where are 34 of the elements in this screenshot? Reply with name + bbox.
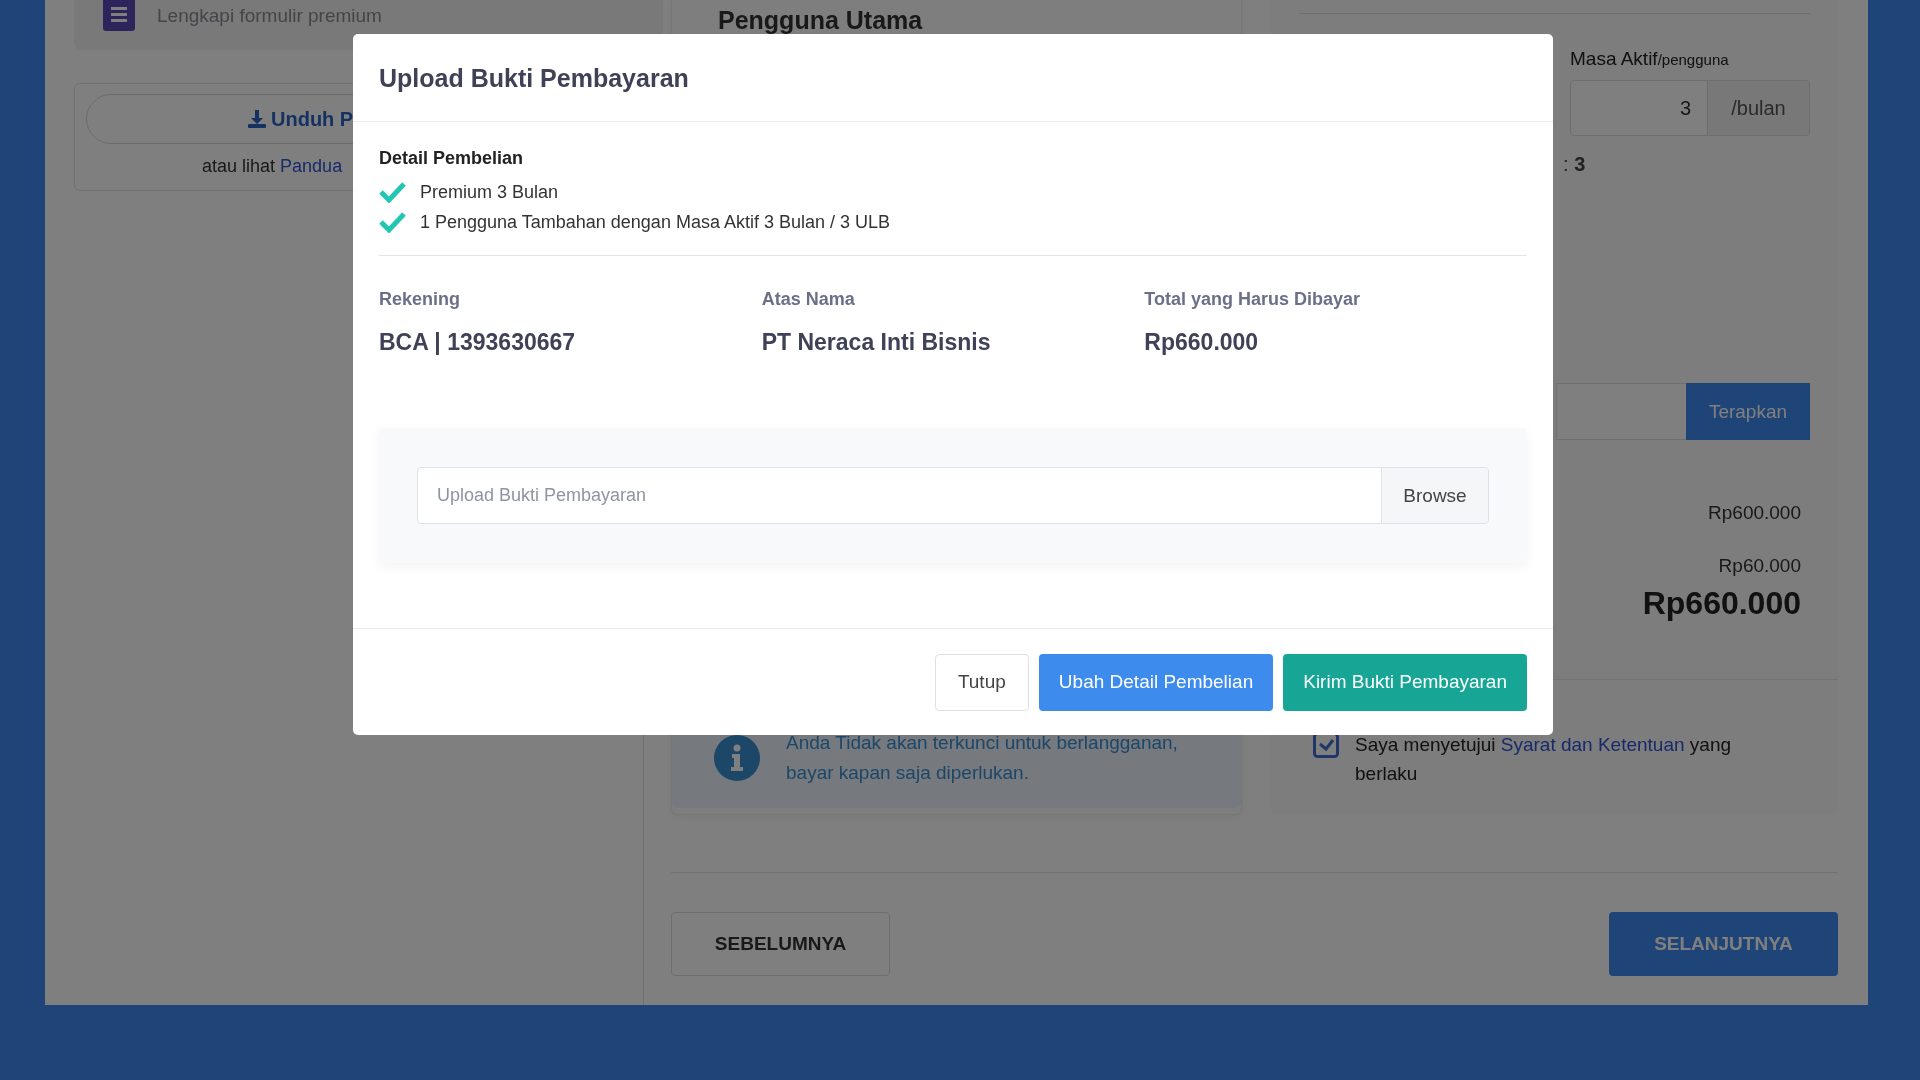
file-field[interactable]: Upload Bukti Pembayaran Browse [417, 467, 1489, 524]
close-button[interactable]: Tutup [934, 653, 1029, 711]
terms-link[interactable]: Syarat dan Ketentuan [1500, 734, 1685, 755]
total-amount: Rp660.000 [1642, 585, 1801, 622]
info-text: Anda Tidak akan terkunci untuk berlangganan, bayar kapan saja diperlukan. [786, 731, 1179, 785]
field-label: Masa Aktif/pengguna [1570, 48, 1730, 70]
user-count: : 3 [1563, 153, 1587, 176]
info-value: Rp660.000 [1144, 329, 1260, 356]
coupon-field[interactable] [1556, 383, 1686, 440]
info-label: Atas Nama [761, 289, 856, 310]
info-value: BCA | 1393630667 [379, 329, 577, 356]
item-text: Premium 3 Bulan [420, 181, 559, 203]
download-icon [247, 109, 267, 129]
next-button[interactable]: SELANJUTNYA [1609, 912, 1838, 976]
card-heading: Pengguna Utama [717, 5, 924, 35]
info-label: Total yang Harus Dibayar [1144, 289, 1362, 310]
browse-button[interactable]: Browse [1381, 468, 1488, 523]
item-text: 1 Pengguna Tambahan dengan Masa Aktif 3 Bulan / 3 ULB [420, 211, 890, 233]
check-icon [379, 211, 406, 233]
info-value: PT Neraca Inti Bisnis [761, 329, 992, 356]
amount-text: Rp60.000 [1718, 555, 1801, 577]
amount-text: Rp600.000 [1708, 502, 1801, 524]
guide-link[interactable]: Pandua [280, 156, 343, 176]
checkbox[interactable] [1313, 732, 1339, 758]
unit-addon: /bulan [1708, 80, 1810, 136]
check-icon [379, 181, 406, 203]
apply-button[interactable]: Terapkan [1686, 383, 1810, 440]
section-heading: Detail Pembelian [379, 148, 525, 169]
period-field[interactable]: 3 [1570, 80, 1708, 136]
edit-button[interactable]: Ubah Detail Pembelian [1038, 653, 1274, 711]
submit-button[interactable]: Kirim Bukti Pembayaran [1283, 653, 1527, 711]
previous-button[interactable]: SEBELUMNYA [671, 912, 890, 976]
dialog-title: Upload Bukti Pembayaran [353, 34, 1553, 122]
info-label: Rekening [379, 289, 462, 310]
